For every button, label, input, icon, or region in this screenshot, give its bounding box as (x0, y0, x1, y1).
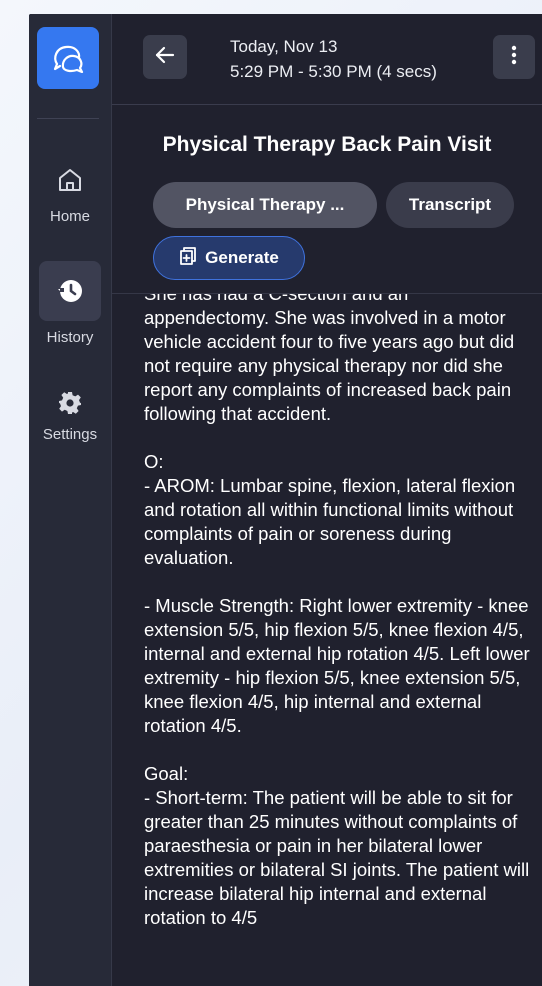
generate-button[interactable]: Generate (153, 236, 305, 280)
generate-document-icon (179, 246, 197, 271)
sidebar-item-label: Home (49, 208, 90, 225)
sidebar-item-history[interactable]: History (29, 261, 111, 346)
main-panel: Today, Nov 13 5:29 PM - 5:30 PM (4 secs)… (112, 14, 542, 986)
vertical-dots-icon (511, 45, 517, 70)
note-paragraph: She has had a C-section and an appendect… (144, 294, 515, 424)
home-icon (50, 160, 90, 200)
note-content: She has had a C-section and an appendect… (144, 294, 536, 986)
session-datetime: Today, Nov 13 5:29 PM - 5:30 PM (4 secs) (230, 34, 437, 84)
tab-transcript[interactable]: Transcript (386, 182, 514, 228)
history-icon (39, 261, 101, 321)
more-options-button[interactable] (493, 35, 535, 79)
sidebar-item-label: Settings (42, 426, 98, 443)
note-paragraph: - Muscle Strength: Right lower extremity… (144, 595, 530, 736)
session-date: Today, Nov 13 (230, 37, 338, 56)
tab-note[interactable]: Physical Therapy ... (153, 182, 377, 228)
note-paragraph: Goal: - Short-term: The patient will be … (144, 763, 530, 928)
session-time-range: 5:29 PM - 5:30 PM (4 secs) (230, 62, 437, 81)
top-bar: Today, Nov 13 5:29 PM - 5:30 PM (4 secs) (112, 14, 542, 105)
arrow-left-icon (155, 46, 175, 69)
generate-label: Generate (205, 248, 279, 267)
note-paragraph: O: - AROM: Lumbar spine, flexion, latera… (144, 451, 516, 568)
back-button[interactable] (143, 35, 187, 79)
sidebar-divider (37, 118, 99, 119)
sidebar-item-home[interactable]: Home (29, 160, 111, 225)
sidebar: Home History Settings (29, 14, 112, 986)
chat-logo-icon[interactable] (37, 27, 99, 89)
sidebar-item-label: History (46, 329, 94, 346)
sidebar-item-settings[interactable]: Settings (29, 388, 111, 443)
visit-header: Physical Therapy Back Pain Visit Physica… (112, 105, 542, 294)
app-window: Home History Settings Today, Nov 13 5:29… (29, 14, 542, 986)
gear-icon (55, 388, 85, 418)
page-title: Physical Therapy Back Pain Visit (162, 133, 492, 156)
